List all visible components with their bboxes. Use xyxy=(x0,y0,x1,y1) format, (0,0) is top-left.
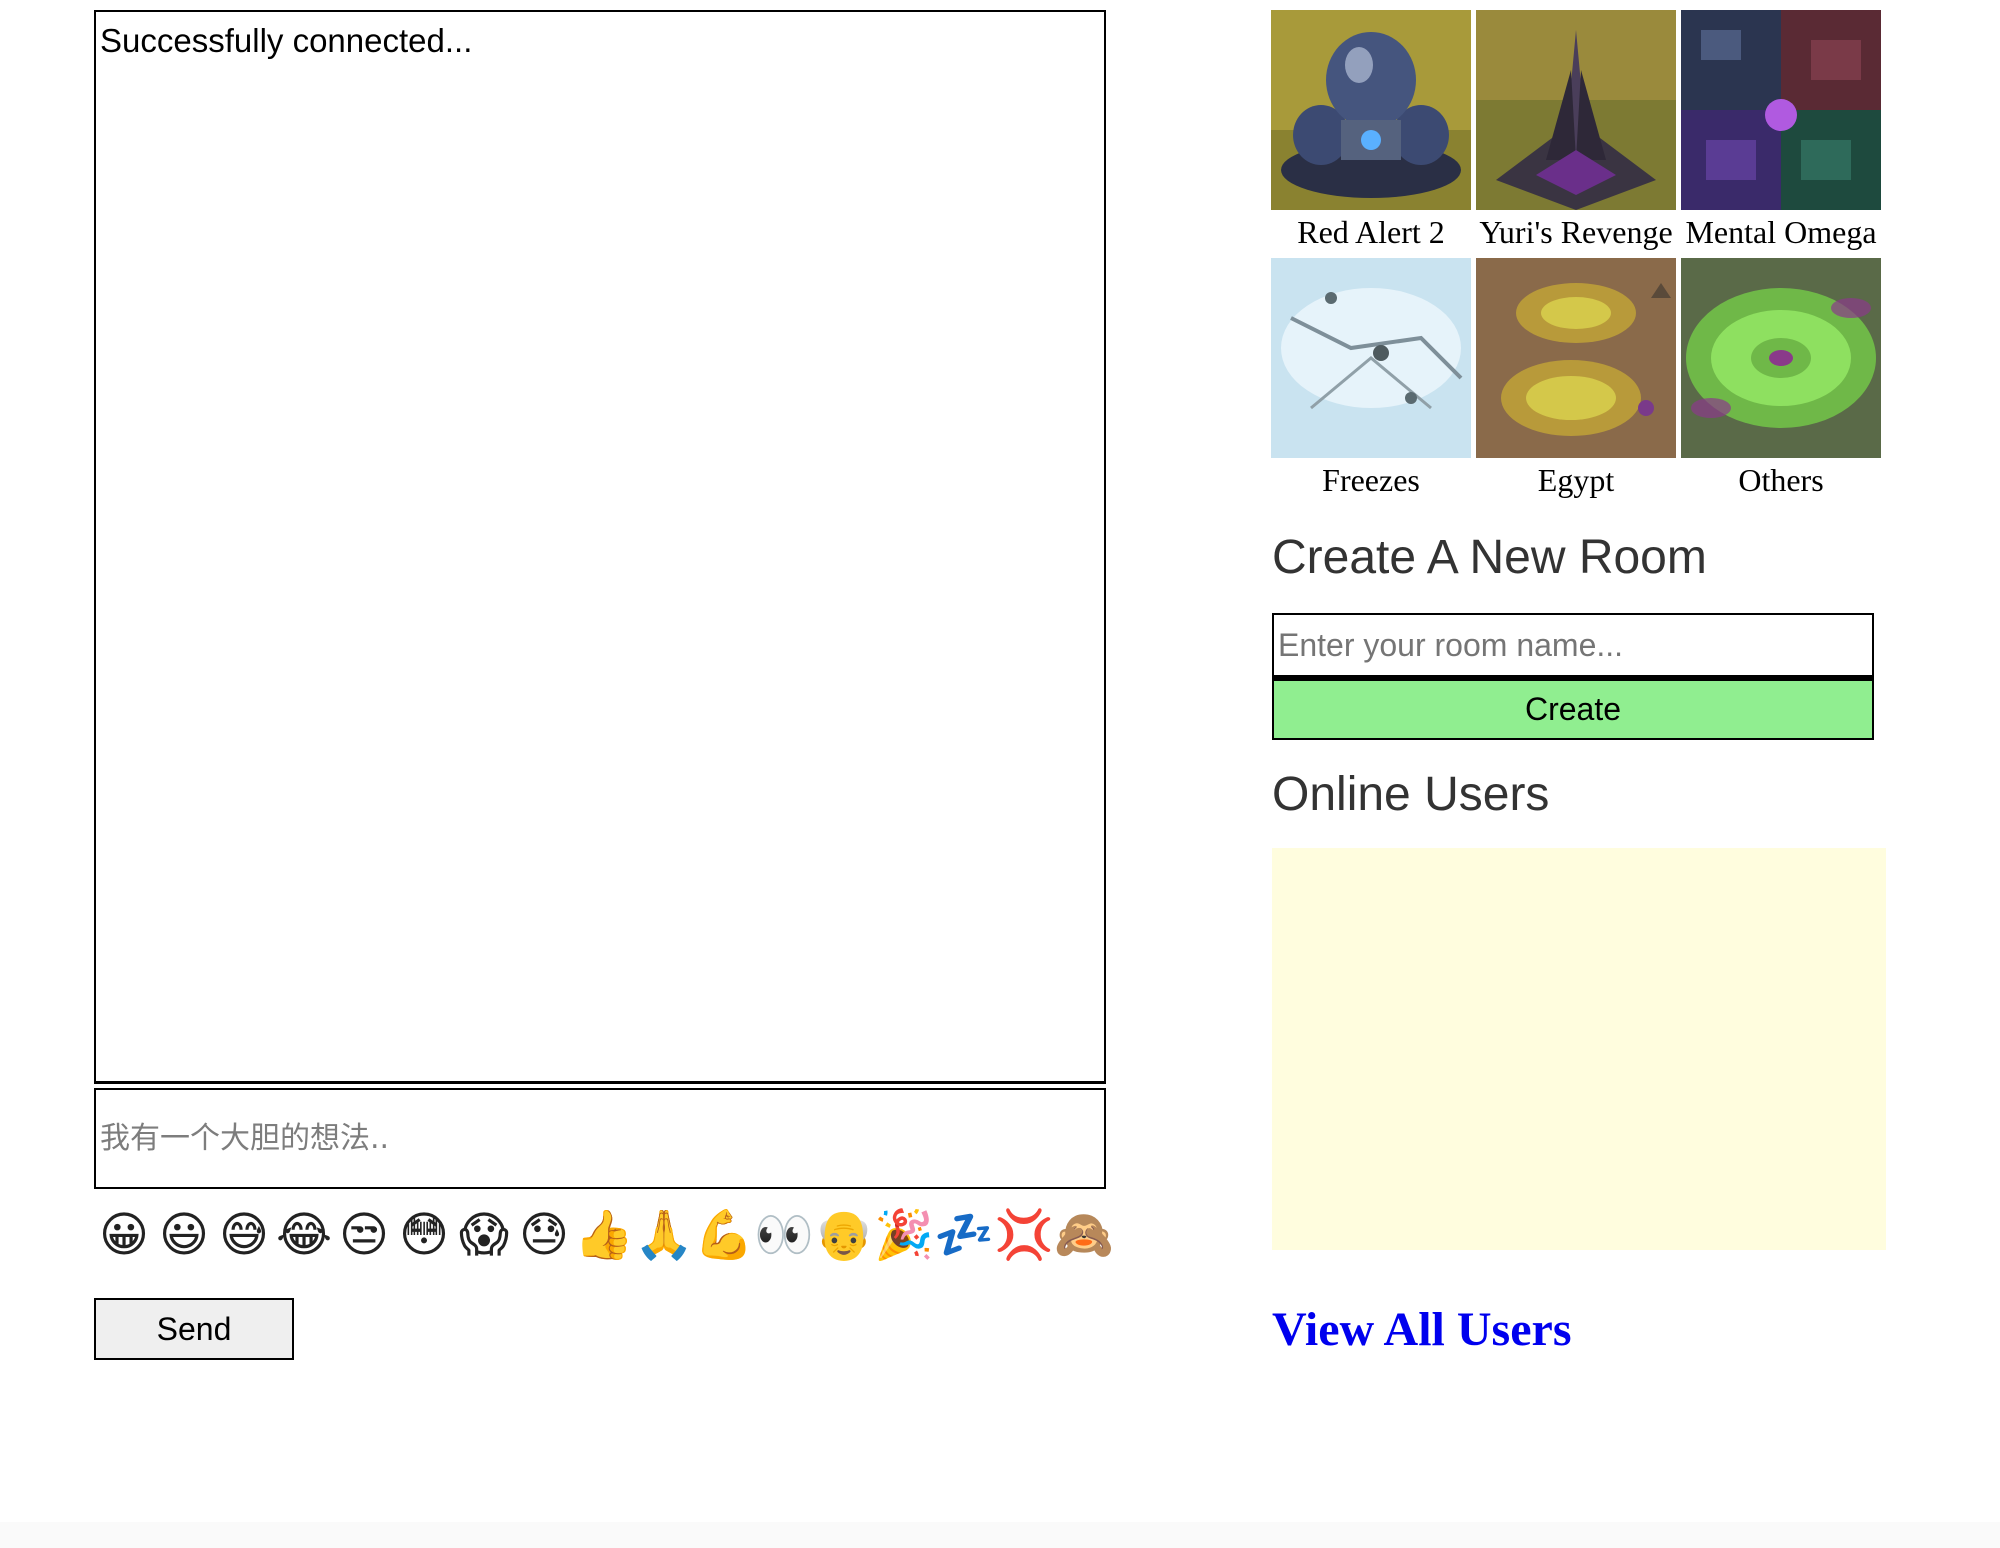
game-label: Mental Omega xyxy=(1685,214,1877,250)
anger-symbol-emoji[interactable]: 💢 xyxy=(994,1205,1054,1265)
online-users-list xyxy=(1272,848,1886,1250)
folded-hands-emoji[interactable]: 🙏 xyxy=(634,1205,694,1265)
game-label: Egypt xyxy=(1537,462,1615,498)
create-room-heading: Create A New Room xyxy=(1272,531,1707,584)
send-button[interactable]: Send xyxy=(94,1298,294,1360)
game-grid: Red Alert 2 Yuri's Revenge Mental Omega … xyxy=(1270,10,1882,498)
see-no-evil-monkey-emoji[interactable]: 🙈 xyxy=(1054,1205,1114,1265)
game-card-egypt[interactable]: Egypt xyxy=(1475,258,1677,498)
game-card-mental-omega[interactable]: Mental Omega xyxy=(1680,10,1882,250)
eyes-emoji[interactable]: 👀 xyxy=(754,1205,814,1265)
smiley-face-emoji[interactable]: 😃 xyxy=(154,1205,214,1265)
game-label: Yuri's Revenge xyxy=(1479,214,1673,250)
chat-message: Successfully connected... xyxy=(100,22,473,59)
psychic-tower-icon xyxy=(1476,10,1676,210)
emoji-bar: 😀 😃 😅 😂 😒 😳 😱 😓 👍 🙏 💪 👀 👴 🎉 💤 💢 🙈 xyxy=(94,1204,1114,1266)
game-card-yuris-revenge[interactable]: Yuri's Revenge xyxy=(1475,10,1677,250)
thumbs-up-emoji[interactable]: 👍 xyxy=(574,1205,634,1265)
game-card-others[interactable]: Others xyxy=(1680,258,1882,498)
desert-map-icon xyxy=(1476,258,1676,458)
view-all-users-link[interactable]: View All Users xyxy=(1272,1302,1572,1357)
chat-log: Successfully connected... xyxy=(94,10,1106,1084)
zzz-emoji[interactable]: 💤 xyxy=(934,1205,994,1265)
screaming-face-emoji[interactable]: 😱 xyxy=(454,1205,514,1265)
online-users-heading: Online Users xyxy=(1272,768,1550,821)
game-card-red-alert-2[interactable]: Red Alert 2 xyxy=(1270,10,1472,250)
old-man-emoji[interactable]: 👴 xyxy=(814,1205,874,1265)
create-room-button[interactable]: Create xyxy=(1272,679,1874,740)
green-map-icon xyxy=(1681,258,1881,458)
game-label: Others xyxy=(1738,462,1824,498)
room-name-input[interactable] xyxy=(1272,613,1874,679)
sweat-smile-emoji[interactable]: 😅 xyxy=(214,1205,274,1265)
downcast-sweat-emoji[interactable]: 😓 xyxy=(514,1205,574,1265)
unamused-face-emoji[interactable]: 😒 xyxy=(334,1205,394,1265)
dome-building-icon xyxy=(1271,10,1471,210)
snow-map-icon xyxy=(1271,258,1471,458)
chat-message-input[interactable] xyxy=(94,1088,1106,1189)
flexed-biceps-emoji[interactable]: 💪 xyxy=(694,1205,754,1265)
mental-omega-collage-icon xyxy=(1681,10,1881,210)
party-popper-emoji[interactable]: 🎉 xyxy=(874,1205,934,1265)
game-card-freezes[interactable]: Freezes xyxy=(1270,258,1472,498)
tears-of-joy-emoji[interactable]: 😂 xyxy=(274,1205,334,1265)
game-label: Freezes xyxy=(1322,462,1420,498)
flushed-face-emoji[interactable]: 😳 xyxy=(394,1205,454,1265)
game-label: Red Alert 2 xyxy=(1297,214,1445,250)
grinning-face-emoji[interactable]: 😀 xyxy=(94,1205,154,1265)
page-footer-strip xyxy=(0,1522,2000,1548)
